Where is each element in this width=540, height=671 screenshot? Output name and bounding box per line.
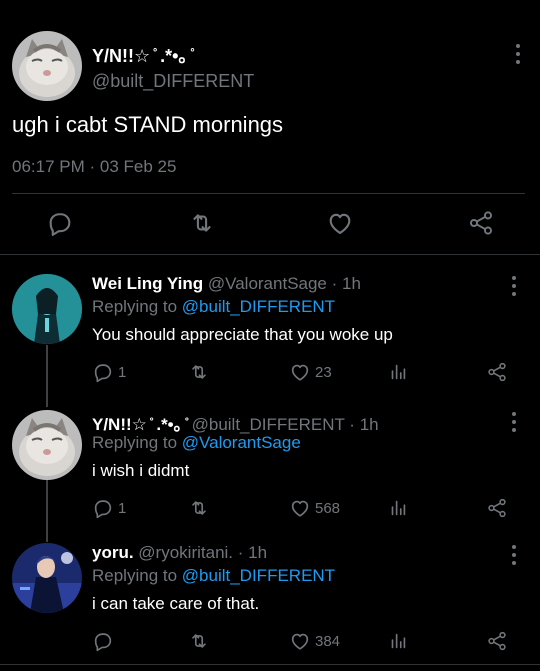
display-name[interactable]: yoru. [92,543,134,562]
share-icon[interactable] [486,629,508,653]
reply-icon[interactable] [42,205,78,241]
retweet-icon[interactable] [188,360,214,384]
reply-icon[interactable]: 1 [92,496,126,520]
reply-actions: 1 23 [0,360,540,384]
reply-header: Wei Ling Ying @ValorantSage · 1h [92,274,361,294]
user-handle[interactable]: @built_DIFFERENT [92,71,254,92]
reply-header: yoru. @ryokiritani. · 1h [92,543,267,563]
reply-meta[interactable]: @built_DIFFERENT · 1h [192,415,379,434]
reply-meta[interactable]: @ValorantSage · 1h [208,274,361,293]
more-options-icon[interactable] [512,545,516,565]
reply-actions: 1 568 [0,496,540,520]
more-options-icon[interactable] [512,412,516,432]
divider [0,664,540,665]
reply-icon[interactable]: 1 [92,360,126,384]
replying-prefix: Replying to [92,566,182,585]
mention-link[interactable]: @ValorantSage [182,433,301,452]
reply-text: i wish i didmt [92,461,190,480]
display-name[interactable]: Wei Ling Ying [92,274,203,293]
tweet-text: ugh i cabt STAND mornings [12,112,284,137]
share-icon[interactable] [486,360,508,384]
character-avatar-blue[interactable] [12,543,82,613]
replying-prefix: Replying to [92,433,182,452]
cat-avatar[interactable] [12,410,82,480]
main-tweet: Y/N!!☆ ̊ .*•｡ ̊ @built_DIFFERENT ugh i c… [0,0,540,255]
tweet-timestamp: 06:17 PM · 03 Feb 25 [12,157,177,176]
reply-actions: 384 [0,629,540,653]
retweet-icon[interactable] [188,496,214,520]
divider [12,193,525,194]
character-avatar[interactable] [12,274,82,344]
more-options-icon[interactable] [516,44,520,64]
share-icon[interactable] [463,205,499,241]
reply-count: 1 [118,363,127,381]
like-icon[interactable] [322,205,358,241]
replying-prefix: Replying to [92,297,182,316]
reply-text: You should appreciate that you woke up [92,325,393,344]
cat-avatar[interactable] [12,31,82,101]
more-options-icon[interactable] [512,276,516,296]
share-icon[interactable] [486,496,508,520]
like-icon[interactable]: 568 [289,496,340,520]
stats-icon[interactable] [387,496,409,520]
like-icon[interactable]: 23 [289,360,332,384]
reply-meta[interactable]: @ryokiritani. · 1h [138,543,267,562]
like-count: 23 [315,363,332,381]
like-count: 568 [315,499,341,517]
mention-link[interactable]: @built_DIFFERENT [182,566,335,585]
reply-count: 1 [118,499,127,517]
replying-to: Replying to @built_DIFFERENT [92,297,335,317]
retweet-icon[interactable] [184,205,220,241]
replying-to: Replying to @ValorantSage [92,433,301,453]
display-name[interactable]: Y/N!!☆ ̊ .*•｡ ̊ [92,42,192,68]
display-name[interactable]: Y/N!!☆ ̊ .*•｡ ̊ [92,415,187,434]
tweet-actions [0,205,540,241]
like-icon[interactable]: 384 [289,629,340,653]
mention-link[interactable]: @built_DIFFERENT [182,297,335,316]
reply-icon[interactable] [92,629,118,653]
like-count: 384 [315,632,341,650]
stats-icon[interactable] [387,629,409,653]
reply-text: i can take care of that. [92,594,260,613]
reply-header: Y/N!!☆ ̊ .*•｡ ̊ @built_DIFFERENT · 1h [92,410,379,435]
retweet-icon[interactable] [188,629,214,653]
replying-to: Replying to @built_DIFFERENT [92,566,335,586]
stats-icon[interactable] [387,360,409,384]
